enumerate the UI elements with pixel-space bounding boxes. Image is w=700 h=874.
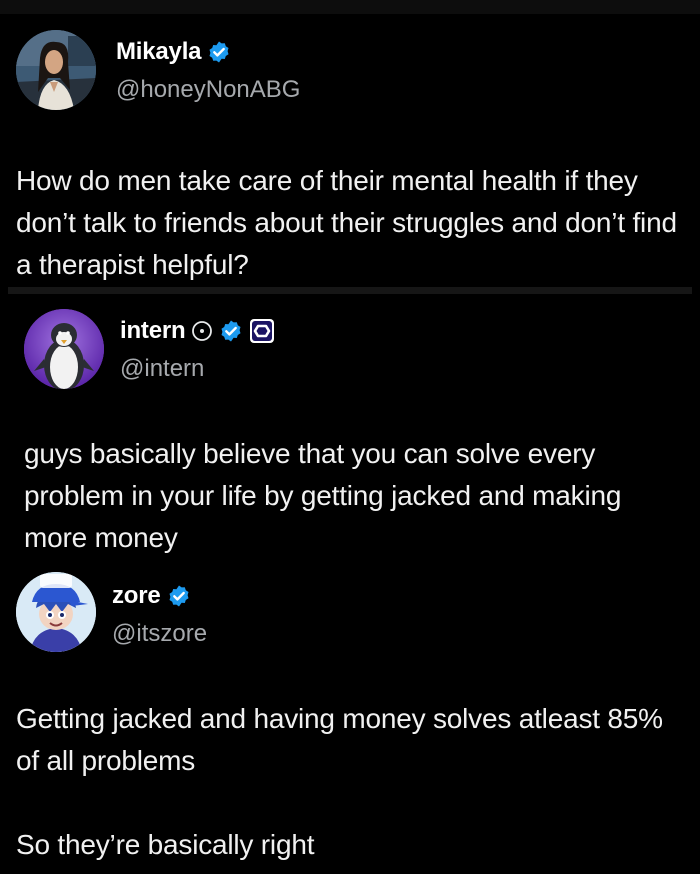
post-mikayla[interactable]: Mikayla @honeyNonABG How do men take car…	[0, 0, 700, 285]
handle[interactable]: @itszore	[112, 620, 207, 648]
handle[interactable]: @honeyNonABG	[116, 76, 300, 104]
cartoon-avatar	[16, 572, 96, 652]
profile-photo-woman	[16, 30, 96, 110]
post-text: Getting jacked and having money solves a…	[16, 703, 663, 860]
quote-divider	[8, 287, 692, 294]
affiliate-badge-icon[interactable]	[249, 318, 275, 344]
avatar[interactable]	[16, 30, 96, 110]
post-text: guys basically believe that you can solv…	[24, 438, 622, 553]
name-row: intern	[120, 317, 275, 345]
post-intern[interactable]: intern @intern guys basically believe th…	[0, 295, 700, 555]
clock-icon	[191, 320, 213, 342]
verified-icon[interactable]	[219, 319, 243, 343]
post-text: How do men take care of their mental hea…	[16, 165, 677, 280]
penguin-avatar	[24, 309, 104, 389]
handle[interactable]: @intern	[120, 355, 204, 383]
name-row: Mikayla	[116, 38, 231, 66]
avatar[interactable]	[24, 309, 104, 389]
verified-icon[interactable]	[207, 40, 231, 64]
display-name[interactable]: intern	[120, 317, 186, 345]
avatar[interactable]	[16, 572, 96, 652]
verified-icon[interactable]	[167, 584, 191, 608]
name-row: zore	[112, 582, 191, 610]
display-name[interactable]: zore	[112, 582, 161, 610]
display-name[interactable]: Mikayla	[116, 38, 202, 66]
post-zore[interactable]: zore @itszore Getting jacked and having …	[0, 560, 700, 874]
